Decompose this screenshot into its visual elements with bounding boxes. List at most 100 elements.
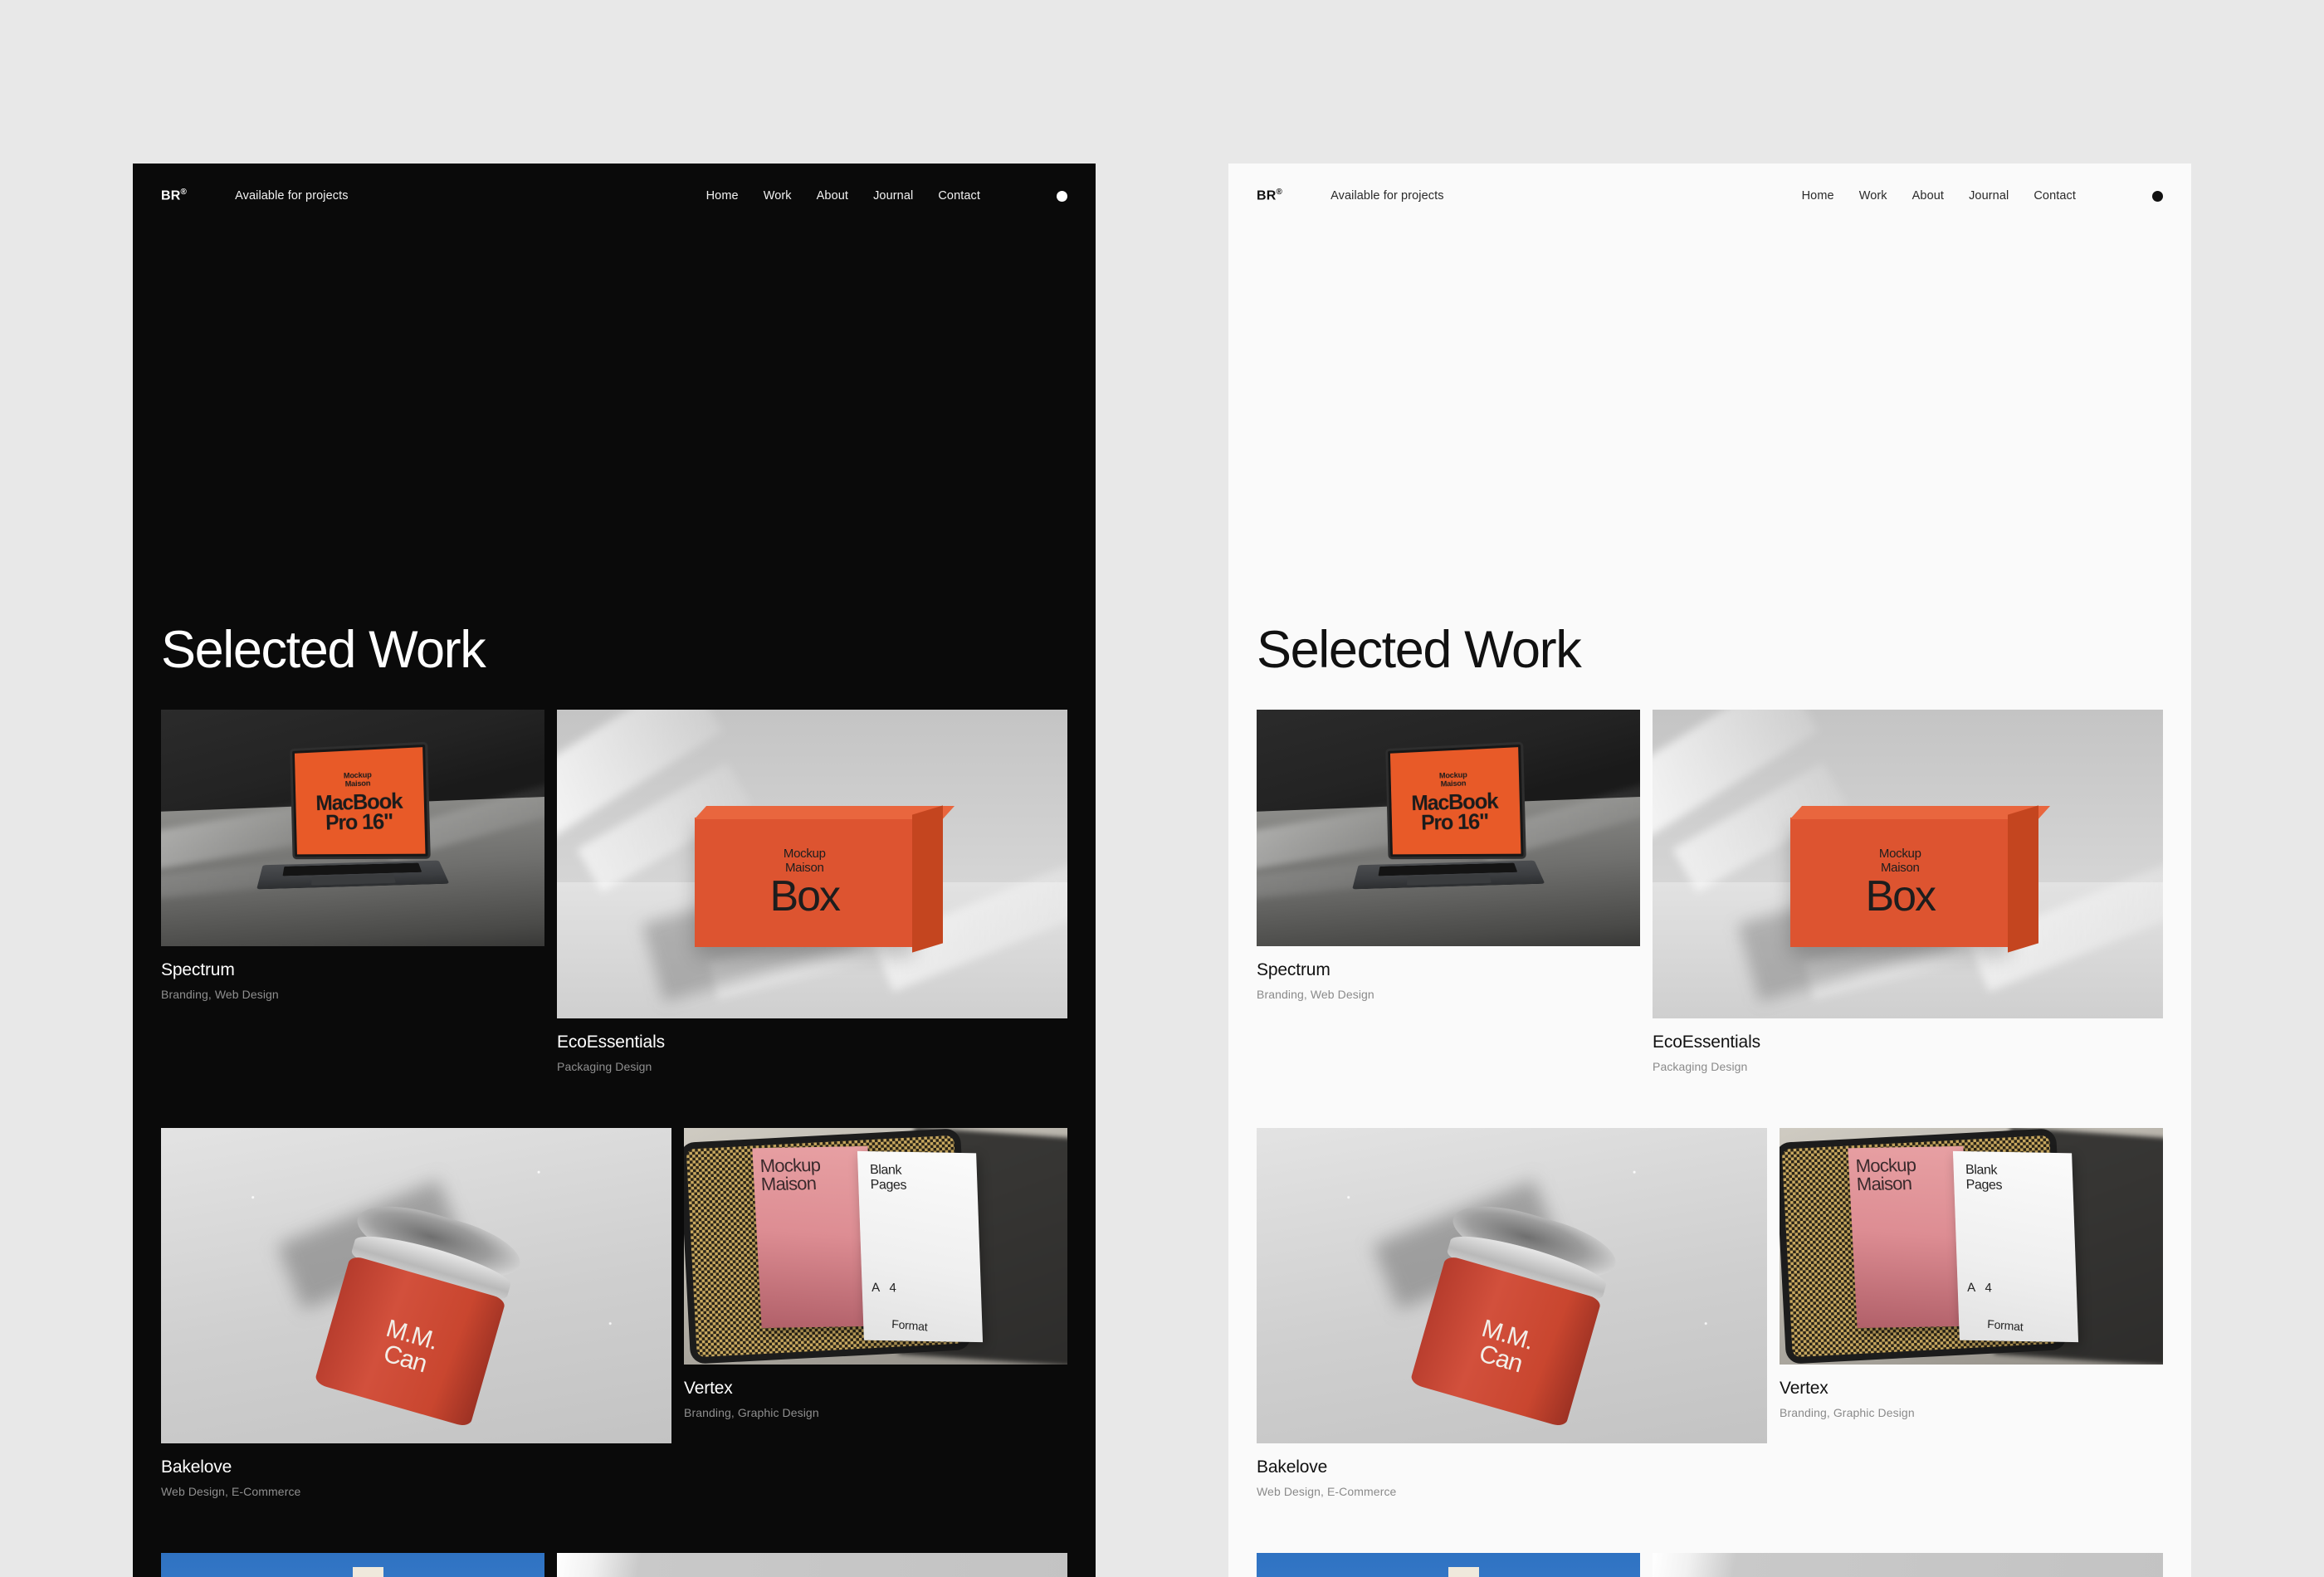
work-caption-spectrum-light: Spectrum Branding, Web Design: [1257, 946, 1640, 1001]
work-thumbnail-vertex-light[interactable]: Mockup Maison Blank Pages A 4 Format: [1780, 1128, 2163, 1365]
screen-brand-line2: Maison: [345, 778, 371, 788]
page-title-dark: Selected Work: [161, 621, 486, 679]
site-header-light: BR® Available for projects Home Work Abo…: [1228, 164, 2191, 228]
work-caption-spectrum-dark: Spectrum Branding, Web Design: [161, 946, 544, 1001]
work-caption-bakelove-light: Bakelove Web Design, E-Commerce: [1257, 1443, 1767, 1498]
screenshot-stage: BR® Available for projects Home Work Abo…: [0, 0, 2324, 1577]
work-thumbnail-bakelove-dark[interactable]: M.M. Can: [161, 1128, 671, 1444]
magazine-right-page: Blank Pages A 4 Format: [1952, 1150, 2078, 1342]
work-thumbnail-bakelove-light[interactable]: M.M. Can: [1257, 1128, 1767, 1444]
main-nav-light: Home Work About Journal Contact: [1802, 189, 2163, 203]
work-row-2-light: M.M. Can Bakelove Web Design, E-Commerce: [1257, 1128, 2163, 1498]
nav-item-contact-light[interactable]: Contact: [2034, 189, 2076, 203]
work-title-vertex-light: Vertex: [1780, 1379, 1828, 1399]
box-headline: Box: [1865, 872, 1936, 920]
work-card-next-1-dark[interactable]: [161, 1553, 544, 1577]
box-front-label: Mockup Maison Box: [1790, 818, 2009, 947]
work-card-next-2-dark[interactable]: [557, 1553, 1067, 1577]
building-tower: [1448, 1567, 1479, 1577]
laptop-scene-dark: Mockup Maison MacBook Pro 16": [161, 710, 544, 946]
box-scene-light: Mockup Maison Box: [1653, 710, 2163, 1018]
plain-scene-dark: [557, 1553, 1067, 1577]
pink-page-text: Mockup Maison: [759, 1155, 822, 1195]
brand-registered-mark-dark: ®: [180, 188, 188, 198]
work-title-bakelove-light: Bakelove: [1257, 1457, 1328, 1477]
work-card-vertex-light[interactable]: Mockup Maison Blank Pages A 4 Format Verte…: [1780, 1128, 2163, 1419]
plain-scene-light: [1653, 1553, 2163, 1577]
nav-item-about-light[interactable]: About: [1912, 189, 1944, 203]
work-caption-bakelove-dark: Bakelove Web Design, E-Commerce: [161, 1443, 671, 1498]
box-brand-line1: Mockup: [783, 847, 826, 862]
nav-item-journal-dark[interactable]: Journal: [873, 189, 913, 203]
nav-item-home-light[interactable]: Home: [1802, 189, 1834, 203]
nav-item-work-dark[interactable]: Work: [764, 189, 792, 203]
box-side-face: [2007, 805, 2038, 953]
main-nav-dark: Home Work About Journal Contact: [706, 189, 1067, 203]
work-thumbnail-vertex-dark[interactable]: Mockup Maison Blank Pages A 4 Format: [684, 1128, 1067, 1365]
laptop-scene-light: Mockup Maison MacBook Pro 16": [1257, 710, 1640, 946]
white-page-a4-text: A 4: [1966, 1280, 1995, 1296]
work-grid-dark: Mockup Maison MacBook Pro 16" Spectrum B…: [161, 710, 1067, 1577]
pink-page-line2: Maison: [1856, 1173, 1912, 1195]
work-thumbnail-sky-light[interactable]: [1257, 1553, 1640, 1577]
work-thumbnail-sky-dark[interactable]: [161, 1553, 544, 1577]
work-caption-ecoessentials-dark: EcoEssentials Packaging Design: [557, 1018, 1067, 1073]
work-caption-vertex-light: Vertex Branding, Graphic Design: [1780, 1365, 2163, 1419]
work-card-bakelove-dark[interactable]: M.M. Can Bakelove Web Design, E-Commerce: [161, 1128, 671, 1498]
box-front-label: Mockup Maison Box: [695, 818, 914, 947]
white-page-format-text: Format: [1986, 1316, 2024, 1333]
white-page-text: Blank Pages: [869, 1162, 906, 1194]
work-thumbnail-plain-dark[interactable]: [557, 1553, 1067, 1577]
work-thumbnail-plain-light[interactable]: [1653, 1553, 2163, 1577]
pink-page-text: Mockup Maison: [1855, 1155, 1917, 1195]
building-tower: [353, 1567, 383, 1577]
nav-item-home-dark[interactable]: Home: [706, 189, 739, 203]
work-thumbnail-spectrum-dark[interactable]: Mockup Maison MacBook Pro 16": [161, 710, 544, 946]
screen-brand-line2: Maison: [1441, 778, 1467, 788]
laptop-lid: Mockup Maison MacBook Pro 16": [1385, 741, 1527, 859]
dark-theme-preview-panel: BR® Available for projects Home Work Abo…: [133, 164, 1096, 1577]
magazine-scene-dark: Mockup Maison Blank Pages A 4 Format: [684, 1128, 1067, 1365]
work-card-spectrum-dark[interactable]: Mockup Maison MacBook Pro 16" Spectrum B…: [161, 710, 544, 1001]
can-scene-light: M.M. Can: [1257, 1128, 1767, 1444]
laptop-keyboard: [282, 862, 422, 876]
work-card-ecoessentials-dark[interactable]: Mockup Maison Box EcoEssentials Packagin…: [557, 710, 1067, 1073]
work-row-1-dark: Mockup Maison MacBook Pro 16" Spectrum B…: [161, 710, 1067, 1073]
pink-page-line2: Maison: [760, 1173, 817, 1195]
dot-indicator-icon-light[interactable]: [2152, 190, 2163, 202]
site-header-dark: BR® Available for projects Home Work Abo…: [133, 164, 1096, 228]
work-tags-ecoessentials-light: Packaging Design: [1653, 1060, 1748, 1074]
nav-item-journal-light[interactable]: Journal: [1969, 189, 2009, 203]
work-row-3-light: [1257, 1553, 2163, 1577]
laptop-trackpad: [1407, 874, 1492, 886]
nav-item-about-dark[interactable]: About: [817, 189, 848, 203]
box-headline: Box: [769, 872, 841, 920]
white-page-a4-text: A 4: [871, 1280, 900, 1296]
laptop-screen: Mockup Maison MacBook Pro 16": [295, 746, 426, 854]
work-card-spectrum-light[interactable]: Mockup Maison MacBook Pro 16" Spectrum B…: [1257, 710, 1640, 1001]
work-card-ecoessentials-light[interactable]: Mockup Maison Box EcoEssentials Packagin…: [1653, 710, 2163, 1073]
work-title-bakelove-dark: Bakelove: [161, 1457, 232, 1477]
brand-logo-dark[interactable]: BR®: [161, 188, 187, 203]
work-thumbnail-ecoessentials-dark[interactable]: Mockup Maison Box: [557, 710, 1067, 1018]
work-caption-vertex-dark: Vertex Branding, Graphic Design: [684, 1365, 1067, 1419]
nav-item-contact-dark[interactable]: Contact: [938, 189, 980, 203]
work-thumbnail-spectrum-light[interactable]: Mockup Maison MacBook Pro 16": [1257, 710, 1640, 946]
work-card-bakelove-light[interactable]: M.M. Can Bakelove Web Design, E-Commerce: [1257, 1128, 1767, 1498]
nav-item-work-light[interactable]: Work: [1859, 189, 1887, 203]
work-tags-bakelove-light: Web Design, E-Commerce: [1257, 1485, 1397, 1499]
work-card-next-1-light[interactable]: [1257, 1553, 1640, 1577]
dot-indicator-icon-dark[interactable]: [1057, 190, 1067, 202]
magazine-right-page: Blank Pages A 4 Format: [857, 1150, 983, 1342]
light-theme-preview-panel: BR® Available for projects Home Work Abo…: [1228, 164, 2191, 1577]
work-card-next-2-light[interactable]: [1653, 1553, 2163, 1577]
work-card-vertex-dark[interactable]: Mockup Maison Blank Pages A 4 Format Verte…: [684, 1128, 1067, 1419]
work-row-3-dark: [161, 1553, 1067, 1577]
laptop-trackpad: [311, 874, 396, 886]
work-thumbnail-ecoessentials-light[interactable]: Mockup Maison Box: [1653, 710, 2163, 1018]
laptop-lid: Mockup Maison MacBook Pro 16": [290, 741, 432, 859]
work-row-2-dark: M.M. Can Bakelove Web Design, E-Commerce: [161, 1128, 1067, 1498]
brand-logo-light[interactable]: BR®: [1257, 188, 1282, 203]
work-title-vertex-dark: Vertex: [684, 1379, 733, 1399]
availability-status-light: Available for projects: [1330, 189, 1444, 203]
